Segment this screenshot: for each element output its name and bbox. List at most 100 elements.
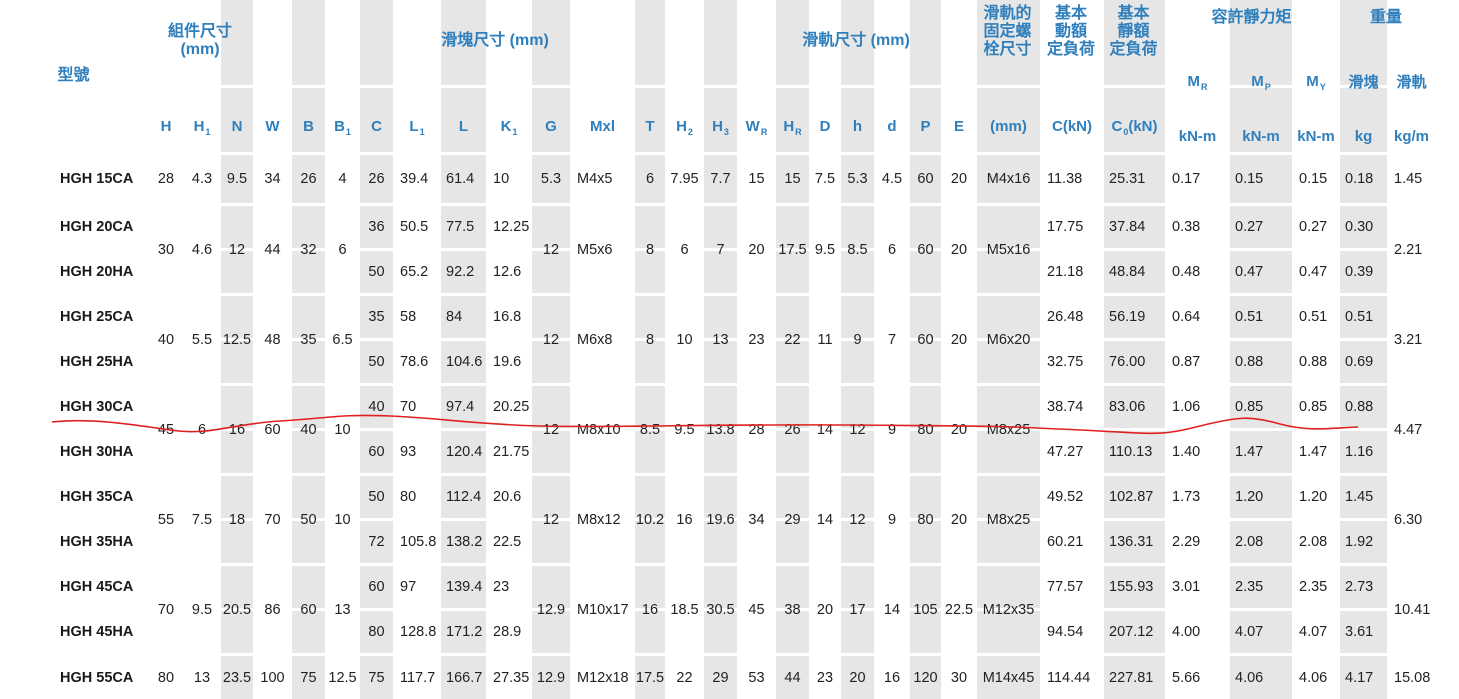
weight-header: 重量	[1369, 9, 1402, 26]
table-cell: 4.06	[1235, 669, 1264, 686]
table-cell: 16	[641, 601, 659, 618]
table-cell: 45	[157, 421, 175, 438]
table-cell: 110.13	[1109, 444, 1153, 460]
table-cell: 7.7	[710, 171, 731, 187]
table-cell: 10	[334, 421, 351, 438]
table-cell: 97.4	[446, 399, 475, 415]
table-cell: 40	[368, 399, 385, 415]
table-cell: 0.88	[1235, 354, 1264, 370]
table-cell: 20	[950, 171, 968, 187]
table-cell: 0.69	[1345, 354, 1374, 370]
table-cell: 166.7	[446, 669, 483, 686]
table-cell: 40	[300, 421, 317, 438]
table-cell: 20	[950, 511, 968, 528]
table-cell: 136.31	[1109, 534, 1154, 550]
table-cell: 17	[849, 601, 866, 618]
table-cell: 12	[228, 241, 246, 258]
table-cell: 34	[748, 511, 765, 528]
table-cell: 39.4	[400, 171, 429, 187]
table-cell: 120	[913, 669, 938, 686]
table-cell: 11	[817, 331, 833, 348]
table-cell: 139.4	[446, 579, 483, 595]
table-cell: 22.5	[493, 534, 522, 550]
table-cell: 20	[816, 601, 834, 618]
unit-header: kN-m	[1242, 127, 1280, 145]
table-cell: 5.3	[847, 171, 868, 187]
table-cell: 1.45	[1345, 489, 1374, 505]
column-header: MR	[1187, 72, 1208, 92]
table-cell: 20.5	[222, 601, 252, 618]
table-cell: 9	[887, 511, 897, 528]
table-cell: 6	[680, 241, 689, 258]
table-cell: 0.15	[1235, 171, 1264, 187]
block-header: 滑塊尺寸 (mm)	[441, 32, 549, 49]
table-cell: M12x18	[577, 669, 629, 686]
table-cell: 171.2	[446, 624, 483, 640]
table-cell: 58	[400, 309, 417, 325]
table-cell: 15	[748, 171, 765, 187]
table-cell: 9.5	[814, 241, 836, 258]
table-cell: 50	[368, 354, 385, 370]
table-cell: 102.87	[1109, 489, 1154, 505]
column-header: d	[887, 117, 897, 135]
table-cell: M8x10	[577, 421, 621, 438]
table-cell: 12.5	[222, 331, 252, 348]
table-cell: 50	[368, 489, 385, 505]
table-cell: 20	[950, 331, 968, 348]
table-cell: 12	[542, 511, 560, 528]
table-cell: 83.06	[1109, 399, 1146, 415]
table-cell: 12	[849, 511, 866, 528]
table-cell: 55	[157, 511, 175, 528]
table-cell: 80	[917, 421, 934, 438]
table-cell: 12	[542, 331, 560, 348]
table-cell: 5.5	[191, 331, 213, 348]
row-model-label: HGH 35HA	[60, 534, 134, 550]
table-cell: 34	[264, 171, 281, 187]
table-cell: 77.5	[446, 219, 475, 235]
table-cell: 15	[784, 171, 801, 187]
table-cell: 76.00	[1109, 354, 1146, 370]
table-cell: 80	[157, 669, 175, 686]
table-cell: 94.54	[1047, 624, 1084, 640]
table-cell: 7	[716, 241, 725, 258]
table-cell: 8	[645, 241, 655, 258]
table-cell: 26	[368, 171, 385, 187]
table-cell: 60	[917, 171, 934, 187]
table-cell: 9.5	[191, 601, 213, 618]
row-model-label: HGH 55CA	[60, 669, 134, 686]
model-header: 型號	[57, 67, 90, 84]
table-cell: 23.5	[222, 669, 252, 686]
table-cell: 105.8	[400, 534, 437, 550]
column-header: L	[458, 117, 469, 135]
table-cell: 40	[157, 331, 175, 348]
table-cell: M6x20	[986, 331, 1031, 348]
table-cell: 38.74	[1047, 399, 1084, 415]
table-cell: 8.5	[847, 241, 868, 258]
table-cell: 104.6	[446, 354, 483, 370]
table-cell: 26.48	[1047, 309, 1084, 325]
column-header: Mxl	[589, 117, 615, 135]
table-cell: 28.9	[493, 624, 522, 640]
table-cell: 26	[784, 421, 801, 438]
table-cell: 18.5	[670, 601, 699, 618]
table-cell: 6	[338, 241, 347, 258]
table-cell: 6.30	[1394, 511, 1423, 528]
table-cell: 6	[887, 241, 897, 258]
table-cell: 4.6	[191, 241, 213, 258]
table-cell: M10x17	[577, 601, 629, 618]
table-cell: 2.35	[1299, 579, 1328, 595]
table-cell: 16	[883, 669, 901, 686]
table-cell: 4.5	[881, 171, 903, 187]
table-cell: 22.5	[944, 601, 974, 618]
table-cell: 45	[748, 601, 765, 618]
table-cell: 112.4	[446, 489, 482, 505]
column-header: 滑軌	[1396, 73, 1427, 91]
table-cell: 1.20	[1235, 489, 1264, 505]
column-header: C0(kN)	[1111, 117, 1158, 137]
table-cell: 70	[264, 511, 281, 528]
table-cell: 2.08	[1235, 534, 1264, 550]
table-cell: 26	[300, 171, 317, 187]
table-cell: 4.07	[1299, 624, 1328, 640]
table-cell: 1.06	[1172, 399, 1201, 415]
table-cell: 10.2	[635, 511, 665, 528]
